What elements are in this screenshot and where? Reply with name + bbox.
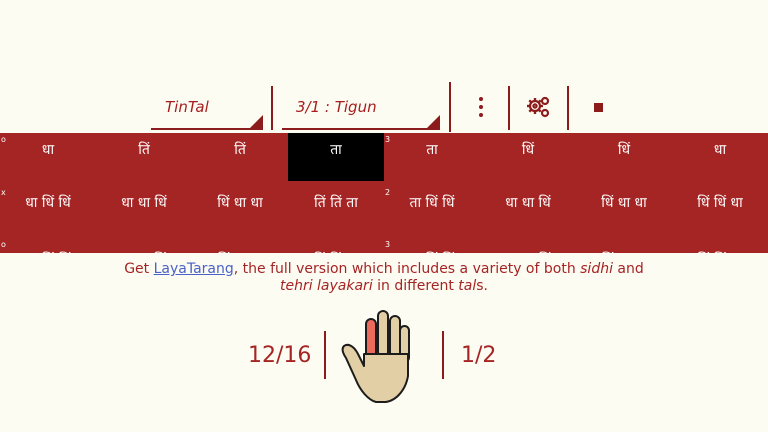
- bol-cell[interactable]: धा धा धिं: [480, 240, 576, 253]
- bol-cell[interactable]: तिं तिं ता: [288, 183, 384, 223]
- bol-cell[interactable]: तिं: [192, 133, 288, 181]
- bol-cell[interactable]: धा धा धिं: [480, 183, 576, 223]
- tal-select-label: TinTal: [165, 98, 209, 116]
- bol-cell[interactable]: धिं धिं धा: [672, 240, 768, 253]
- counter-divider: [324, 331, 326, 379]
- bol-cell[interactable]: धिं: [480, 133, 576, 181]
- stop-icon: [593, 102, 603, 112]
- layatarang-link[interactable]: LayaTarang: [154, 261, 234, 277]
- bol-cell-active[interactable]: ता: [288, 133, 384, 181]
- bol-cell[interactable]: धिं धिं धा: [672, 183, 768, 223]
- gears-icon: [527, 96, 550, 118]
- bol-cell[interactable]: धिं धा धा: [192, 183, 288, 223]
- laya-select[interactable]: 3/1 : Tigun: [282, 92, 440, 130]
- promo-s: s.: [476, 278, 489, 294]
- bol-cell[interactable]: धिं धा धा: [576, 183, 672, 223]
- promo-text: Get LayaTarang, the full version which i…: [0, 261, 768, 295]
- counter-divider: [442, 331, 444, 379]
- promo-tehri: tehri layakari: [279, 278, 373, 294]
- bol-cell[interactable]: धिं: [576, 133, 672, 181]
- more-options-button[interactable]: [460, 82, 502, 132]
- kebab-menu-icon: [479, 95, 483, 119]
- promo-and: and: [612, 261, 644, 277]
- bol-cell[interactable]: धा धिं धिं: [0, 240, 96, 253]
- bol-cell[interactable]: तिं: [96, 133, 192, 181]
- toolbar-divider: [449, 82, 451, 132]
- bol-cell[interactable]: ता धिं धिं: [384, 183, 480, 223]
- bol-grid: o 3 धा तिं तिं ता ता धिं धिं धा x 2 धा ध…: [0, 133, 768, 253]
- bol-cell[interactable]: धा: [0, 133, 96, 181]
- bol-cell[interactable]: धा धिं धिं: [0, 183, 96, 223]
- toolbar-divider: [508, 86, 510, 130]
- promo-get: Get: [124, 261, 154, 277]
- bol-cell[interactable]: धिं ता धा: [576, 240, 672, 253]
- toolbar-divider: [271, 86, 273, 130]
- bol-cell[interactable]: तिं तिं धा: [288, 240, 384, 253]
- hand-icon: [341, 310, 410, 403]
- bol-cell[interactable]: धा: [672, 133, 768, 181]
- promo-text-1: , the full version which includes a vari…: [233, 261, 581, 277]
- dropdown-arrow-icon: [250, 115, 263, 128]
- settings-button[interactable]: [515, 82, 563, 132]
- promo-in-different: in different: [372, 278, 459, 294]
- laya-select-label: 3/1 : Tigun: [296, 98, 377, 116]
- bol-cell[interactable]: ता ता धिं: [96, 240, 192, 253]
- toolbar-divider: [567, 86, 569, 130]
- bol-cell[interactable]: ता धिं धिं: [384, 240, 480, 253]
- bol-cell[interactable]: ता: [384, 133, 480, 181]
- bol-cell[interactable]: धा धा धिं: [96, 183, 192, 223]
- promo-tal: tal: [458, 278, 477, 294]
- toolbar: TinTal 3/1 : Tigun: [0, 82, 768, 132]
- bol-cell[interactable]: धिं धा ता: [192, 240, 288, 253]
- cycle-counter: 1/2: [461, 343, 497, 368]
- tal-select[interactable]: TinTal: [151, 92, 263, 130]
- dropdown-arrow-icon: [427, 115, 440, 128]
- promo-sidhi: sidhi: [580, 261, 613, 277]
- stop-button[interactable]: [578, 82, 618, 132]
- beat-counter: 12/16: [248, 343, 312, 368]
